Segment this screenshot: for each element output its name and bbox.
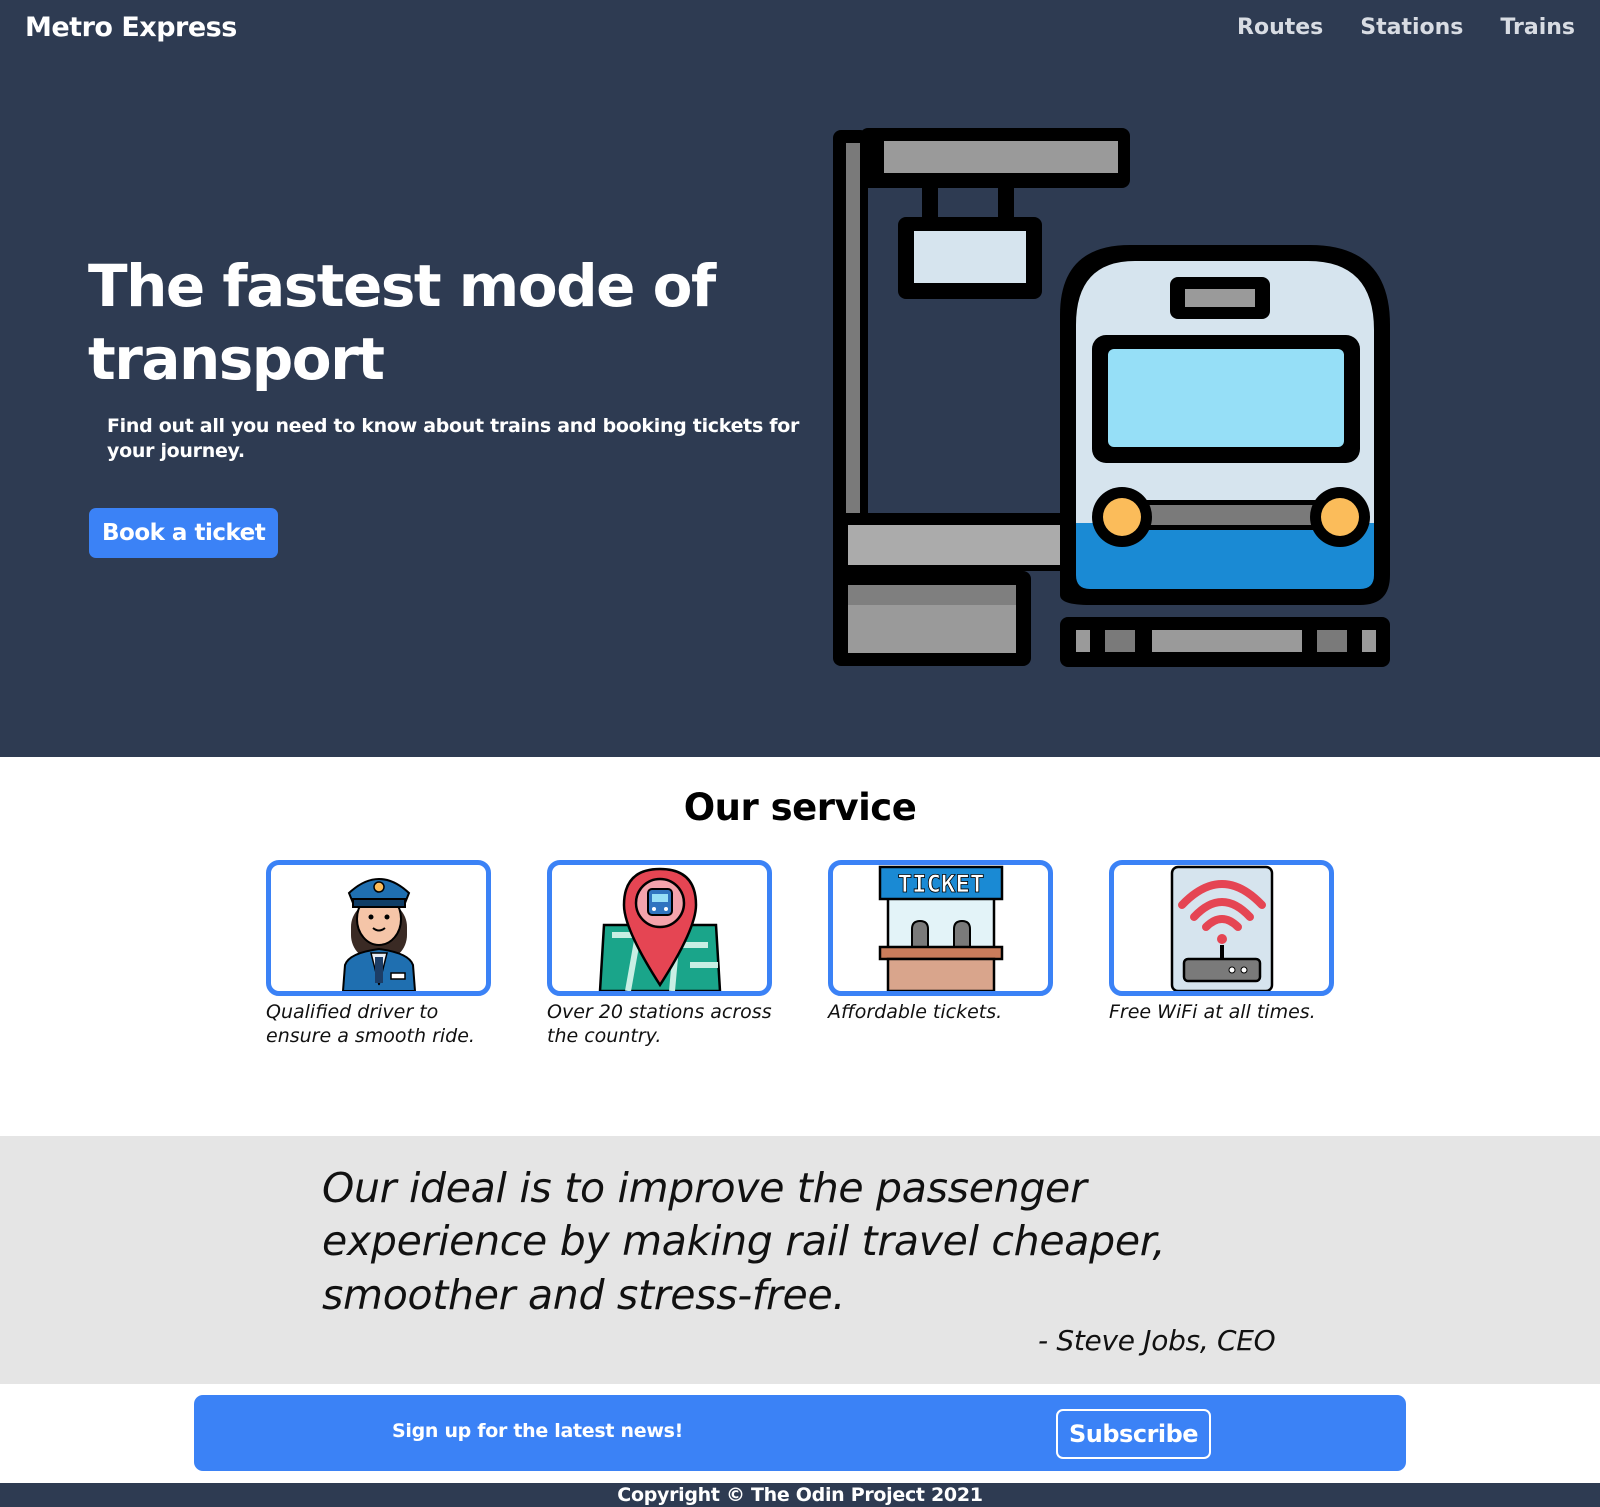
train-station-icon (833, 128, 1390, 667)
service-text: Affordable tickets. (828, 1001, 1003, 1023)
service-card-wifi: Free WiFi at all times. (1109, 860, 1334, 1049)
nav-link-stations[interactable]: Stations (1360, 15, 1463, 40)
service-image-box (266, 860, 491, 996)
service-card-stations: Over 20 stations across the country. (547, 860, 772, 1049)
copyright-text: Copyright © The Odin Project 2021 (617, 1484, 983, 1506)
main-nav: Routes Stations Trains (1237, 15, 1575, 40)
service-image-box: TICKET (828, 860, 1053, 996)
svg-text:TICKET: TICKET (897, 870, 984, 898)
nav-link-routes[interactable]: Routes (1237, 15, 1323, 40)
service-card-driver: Qualified driver to ensure a smooth ride… (266, 860, 491, 1049)
service-image-box (547, 860, 772, 996)
train-conductor-icon (341, 878, 416, 991)
nav-link-trains[interactable]: Trains (1500, 15, 1575, 40)
map-pin-train-icon (598, 867, 721, 991)
signup-banner: Sign up for the latest news! Subscribe (194, 1395, 1406, 1471)
hero-section: Metro Express Routes Stations Trains The… (0, 0, 1600, 757)
services-title: Our service (683, 786, 917, 829)
subscribe-button[interactable]: Subscribe (1056, 1409, 1212, 1459)
service-text: Qualified driver to ensure a smooth ride… (266, 1001, 475, 1048)
services-list: Qualified driver to ensure a smooth ride… (266, 860, 1334, 1049)
ticket-booth-icon: TICKET (878, 865, 1003, 991)
quote-text: Our ideal is to improve the passenger ex… (322, 1164, 1166, 1319)
wifi-router-icon (1170, 865, 1273, 991)
signup-text: Sign up for the latest news! (392, 1420, 683, 1442)
hero-subtitle: Find out all you need to know about trai… (107, 415, 800, 462)
service-text: Over 20 stations across the country. (547, 1001, 772, 1048)
service-image-box (1109, 860, 1334, 996)
service-card-tickets: TICKET Affordable tickets. (828, 860, 1053, 1049)
site-logo[interactable]: Metro Express (25, 12, 237, 43)
quote-author: - Steve Jobs, CEO (1038, 1324, 1276, 1357)
hero-title: The fastest mode of transport (88, 252, 716, 393)
book-ticket-button[interactable]: Book a ticket (89, 508, 279, 558)
service-text: Free WiFi at all times. (1109, 1001, 1316, 1023)
footer: Copyright © The Odin Project 2021 (0, 1483, 1600, 1507)
